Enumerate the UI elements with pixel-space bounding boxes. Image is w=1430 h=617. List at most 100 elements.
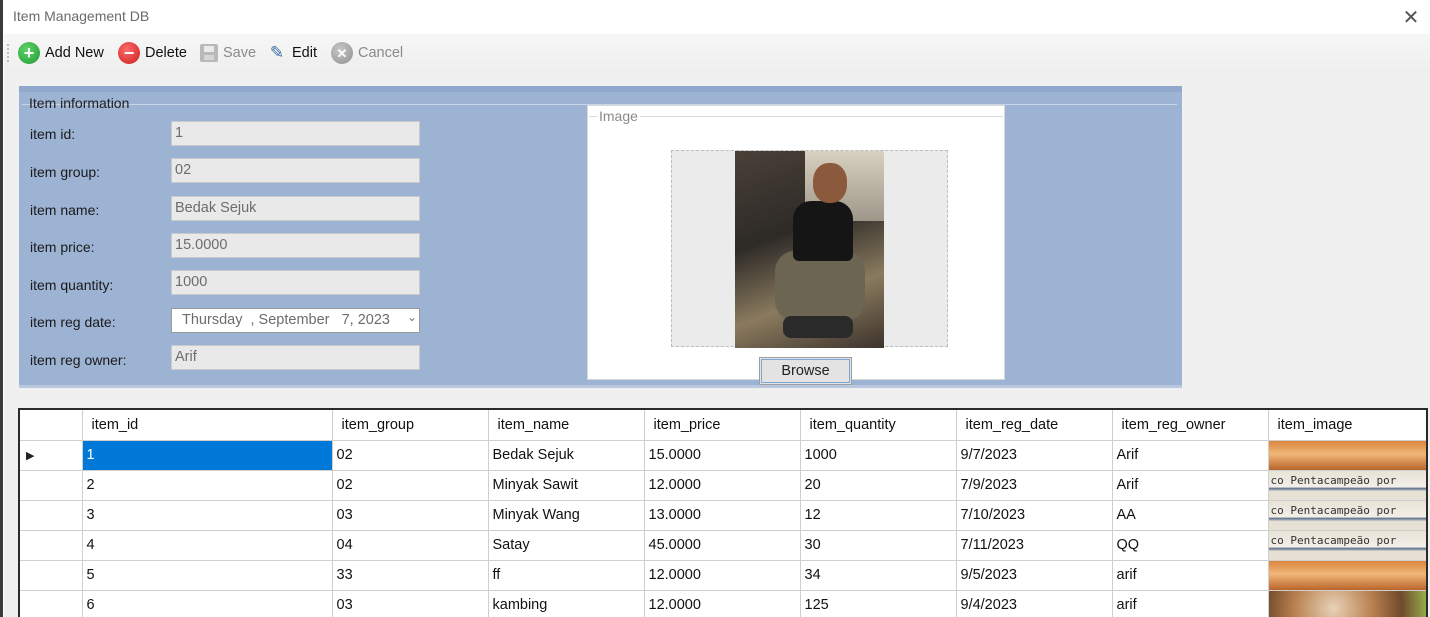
cell-item-quantity[interactable]: 34 <box>800 560 957 591</box>
grid-header-row: item_id item_group item_name item_price … <box>20 410 1426 441</box>
cell-item-group[interactable]: 02 <box>332 470 489 501</box>
cell-item-group[interactable]: 02 <box>332 440 489 471</box>
cell-item-group[interactable]: 03 <box>332 500 489 531</box>
edit-button[interactable]: ✎ Edit <box>267 40 317 66</box>
row-header-corner[interactable] <box>20 410 83 441</box>
column-header-item-image[interactable]: item_image <box>1268 410 1426 441</box>
x-circle-icon: ✕ <box>331 42 353 64</box>
cell-item-group[interactable]: 04 <box>332 530 489 561</box>
item-name-label: item name: <box>30 202 100 218</box>
item-id-field[interactable]: 1 <box>171 121 420 146</box>
close-icon[interactable]: ✕ <box>1398 4 1424 30</box>
add-new-button[interactable]: + Add New <box>18 40 104 66</box>
cell-item-image[interactable]: co Pentacampeão por <box>1268 500 1426 531</box>
table-row[interactable]: 3 03 Minyak Wang 13.0000 12 7/10/2023 AA… <box>20 500 1426 531</box>
cell-item-quantity[interactable]: 12 <box>800 500 957 531</box>
row-header[interactable] <box>20 530 83 561</box>
cell-item-reg-date[interactable]: 7/11/2023 <box>956 530 1113 561</box>
cell-item-quantity[interactable]: 125 <box>800 590 957 617</box>
cell-item-quantity[interactable]: 1000 <box>800 440 957 471</box>
cell-item-name[interactable]: ff <box>488 560 645 591</box>
browse-button[interactable]: Browse <box>759 357 852 385</box>
item-reg-owner-field[interactable]: Arif <box>171 345 420 370</box>
cell-item-reg-owner[interactable]: arif <box>1112 590 1269 617</box>
delete-label: Delete <box>145 45 187 61</box>
cell-item-name[interactable]: Bedak Sejuk <box>488 440 645 471</box>
toolbar: + Add New − Delete Save ✎ Edit ✕ Cancel <box>4 34 1430 72</box>
current-row-marker-icon[interactable]: ▶ <box>20 440 83 471</box>
cell-item-reg-owner[interactable]: arif <box>1112 560 1269 591</box>
cell-item-id[interactable]: 2 <box>82 470 333 501</box>
row-header[interactable] <box>20 560 83 591</box>
cell-item-reg-date[interactable]: 9/4/2023 <box>956 590 1113 617</box>
cell-item-name[interactable]: kambing <box>488 590 645 617</box>
cell-item-name[interactable]: Minyak Sawit <box>488 470 645 501</box>
cell-item-reg-owner[interactable]: QQ <box>1112 530 1269 561</box>
cell-item-quantity[interactable]: 20 <box>800 470 957 501</box>
cell-item-group[interactable]: 33 <box>332 560 489 591</box>
table-row[interactable]: 4 04 Satay 45.0000 30 7/11/2023 QQ co Pe… <box>20 530 1426 561</box>
item-image-thumbnail: co Pentacampeão por <box>1268 500 1426 529</box>
item-image-thumbnail <box>1268 440 1426 469</box>
cell-item-image[interactable] <box>1268 440 1426 471</box>
column-header-item-group[interactable]: item_group <box>332 410 489 441</box>
cell-item-name[interactable]: Minyak Wang <box>488 500 645 531</box>
cell-item-id[interactable]: 3 <box>82 500 333 531</box>
cell-item-price[interactable]: 12.0000 <box>644 560 801 591</box>
add-new-label: Add New <box>45 45 104 61</box>
column-header-item-reg-owner[interactable]: item_reg_owner <box>1112 410 1269 441</box>
cell-item-quantity[interactable]: 30 <box>800 530 957 561</box>
cell-item-image[interactable]: co Pentacampeão por <box>1268 530 1426 561</box>
toolbar-grip[interactable] <box>7 43 9 63</box>
cell-item-reg-owner[interactable]: Arif <box>1112 440 1269 471</box>
items-data-grid[interactable]: item_id item_group item_name item_price … <box>18 408 1428 617</box>
cell-item-image[interactable] <box>1268 560 1426 591</box>
save-button[interactable]: Save <box>200 40 256 66</box>
cell-item-reg-date[interactable]: 7/9/2023 <box>956 470 1113 501</box>
item-quantity-field[interactable]: 1000 <box>171 270 420 295</box>
cell-item-price[interactable]: 12.0000 <box>644 590 801 617</box>
cell-item-id[interactable]: 4 <box>82 530 333 561</box>
cancel-button[interactable]: ✕ Cancel <box>331 40 403 66</box>
cell-item-reg-date[interactable]: 9/5/2023 <box>956 560 1113 591</box>
window-title: Item Management DB <box>13 8 150 24</box>
cell-item-reg-date[interactable]: 9/7/2023 <box>956 440 1113 471</box>
cell-item-price[interactable]: 45.0000 <box>644 530 801 561</box>
item-price-field[interactable]: 15.0000 <box>171 233 420 258</box>
column-header-item-price[interactable]: item_price <box>644 410 801 441</box>
cell-item-image[interactable]: co Pentacampeão por <box>1268 470 1426 501</box>
delete-button[interactable]: − Delete <box>118 40 187 66</box>
row-header[interactable] <box>20 500 83 531</box>
floppy-icon <box>200 44 218 62</box>
cell-item-group[interactable]: 03 <box>332 590 489 617</box>
item-reg-date-picker[interactable]: Thursday , September 7, 2023 ⌄ <box>171 308 420 333</box>
item-picture-box[interactable] <box>671 150 948 348</box>
item-name-field[interactable]: Bedak Sejuk <box>171 196 420 221</box>
row-header[interactable] <box>20 590 83 617</box>
row-header[interactable] <box>20 470 83 501</box>
table-row[interactable]: 5 33 ff 12.0000 34 9/5/2023 arif <box>20 560 1426 591</box>
cell-item-price[interactable]: 13.0000 <box>644 500 801 531</box>
item-reg-owner-label: item reg owner: <box>30 352 127 368</box>
cell-item-reg-owner[interactable]: AA <box>1112 500 1269 531</box>
table-row[interactable]: 2 02 Minyak Sawit 12.0000 20 7/9/2023 Ar… <box>20 470 1426 501</box>
item-group-field[interactable]: 02 <box>171 158 420 183</box>
column-header-item-name[interactable]: item_name <box>488 410 645 441</box>
cell-item-id[interactable]: 5 <box>82 560 333 591</box>
table-row[interactable]: 6 03 kambing 12.0000 125 9/4/2023 arif <box>20 590 1426 617</box>
cell-item-id[interactable]: 1 <box>82 440 333 471</box>
cell-item-reg-date[interactable]: 7/10/2023 <box>956 500 1113 531</box>
cell-item-name[interactable]: Satay <box>488 530 645 561</box>
column-header-item-id[interactable]: item_id <box>82 410 333 441</box>
table-row[interactable]: ▶ 1 02 Bedak Sejuk 15.0000 1000 9/7/2023… <box>20 440 1426 471</box>
chevron-down-icon[interactable]: ⌄ <box>407 310 417 324</box>
app-window: Item Management DB ✕ + Add New − Delete … <box>4 0 1430 617</box>
column-header-item-reg-date[interactable]: item_reg_date <box>956 410 1113 441</box>
cell-item-image[interactable] <box>1268 590 1426 617</box>
column-header-item-quantity[interactable]: item_quantity <box>800 410 957 441</box>
cell-item-id[interactable]: 6 <box>82 590 333 617</box>
cell-item-reg-owner[interactable]: Arif <box>1112 470 1269 501</box>
cell-item-price[interactable]: 15.0000 <box>644 440 801 471</box>
title-bar: Item Management DB ✕ <box>4 0 1430 34</box>
cell-item-price[interactable]: 12.0000 <box>644 470 801 501</box>
